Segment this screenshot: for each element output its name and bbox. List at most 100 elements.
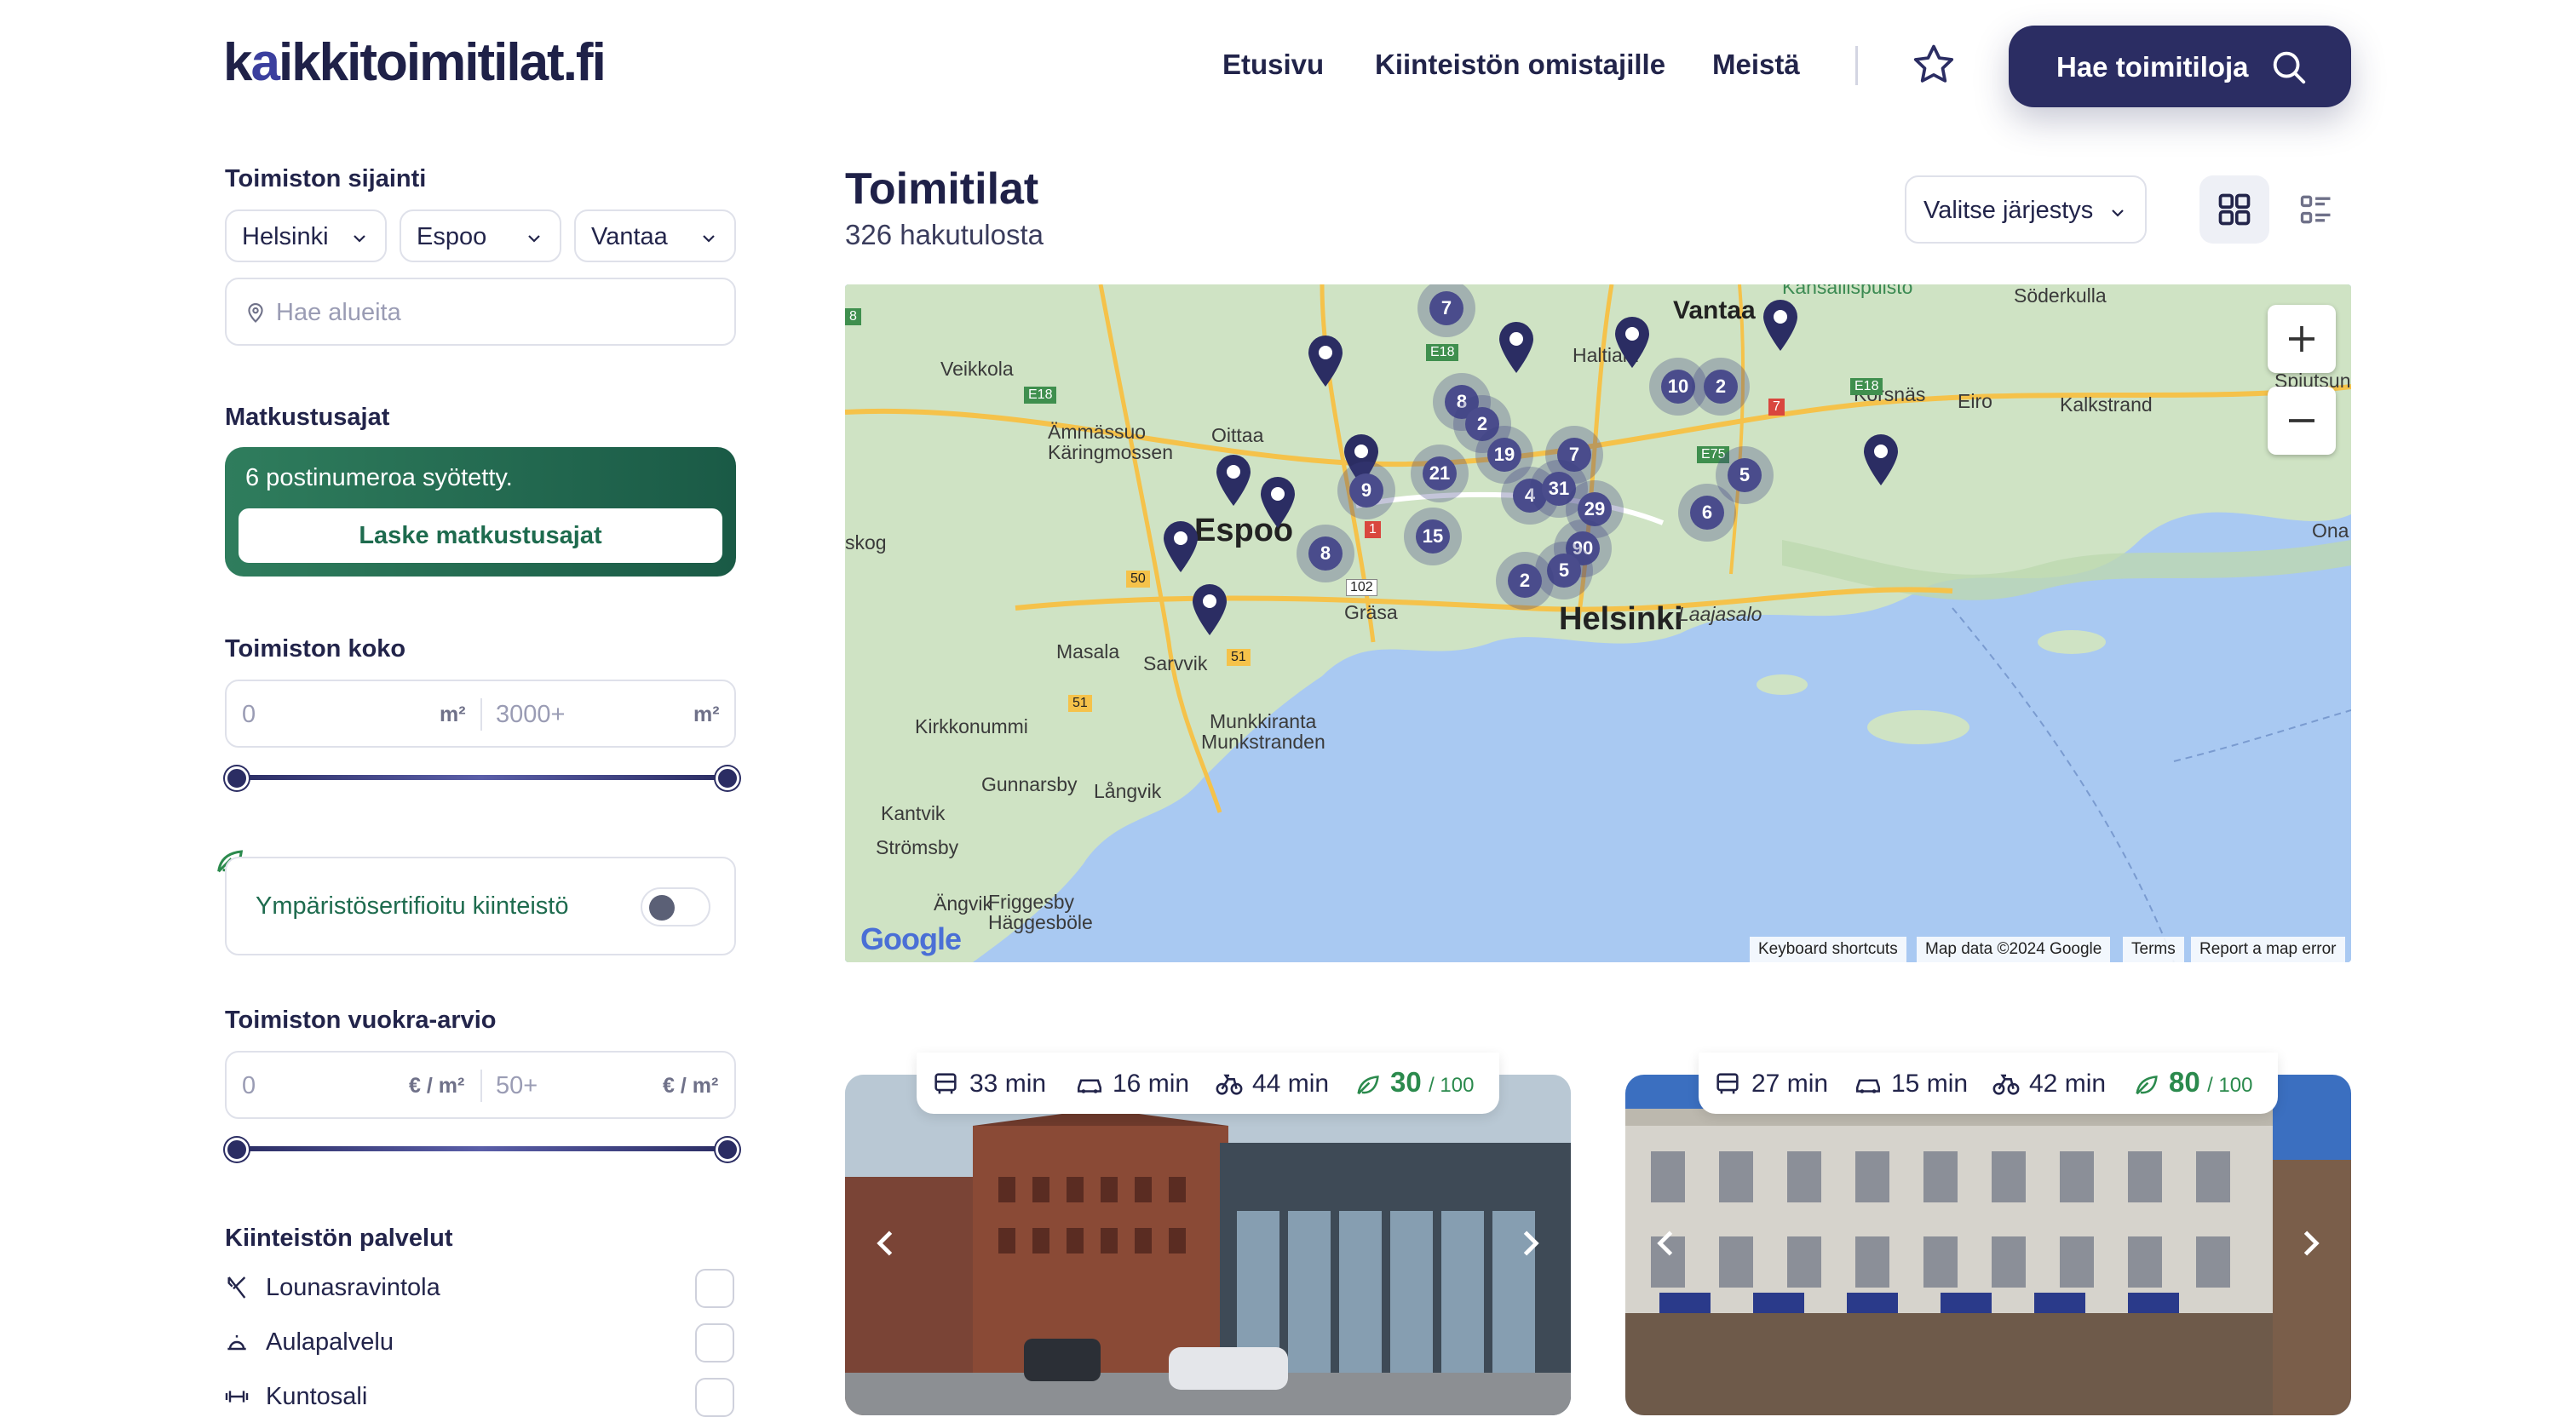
bus-icon	[1716, 1073, 1739, 1094]
rent-min-input[interactable]: 0	[242, 1071, 256, 1100]
road-label: 50	[1126, 571, 1150, 588]
reception-bell-icon	[227, 1335, 246, 1351]
nav-kiinteiston-omistajille[interactable]: Kiinteistön omistajille	[1375, 48, 1665, 82]
map-cluster[interactable]: 8	[1297, 525, 1354, 582]
size-max-unit: m²	[693, 703, 720, 726]
commute-label: Matkustusajat	[225, 404, 390, 431]
map-marker-pin-icon[interactable]	[1860, 433, 1901, 487]
map-label: Kalkstrand	[2060, 393, 2153, 416]
size-slider-track[interactable]	[235, 775, 726, 780]
rent-slider-min-handle[interactable]	[225, 1138, 249, 1162]
results-map[interactable]: Veikkola Ämmässuo Käringmossen Oittaa Es…	[845, 284, 2351, 962]
next-image-arrow-icon[interactable]	[2291, 1225, 2329, 1262]
nav-meista[interactable]: Meistä	[1712, 48, 1800, 82]
favorites-star-icon[interactable]	[1910, 41, 1958, 89]
map-marker-pin-icon[interactable]	[1257, 475, 1298, 530]
keyboard-shortcuts-link[interactable]: Keyboard shortcuts	[1750, 937, 1906, 962]
nav-etusivu[interactable]: Etusivu	[1222, 48, 1324, 82]
map-cluster[interactable]: 2	[1692, 358, 1750, 416]
map-cluster[interactable]: 21	[1411, 445, 1469, 502]
map-cluster[interactable]: 15	[1404, 508, 1462, 565]
area-search-placeholder: Hae alueita	[276, 299, 401, 326]
size-slider-min-handle[interactable]	[225, 766, 249, 790]
area-search-input[interactable]: Hae alueita	[225, 278, 736, 346]
sort-select[interactable]: Valitse järjestys	[1905, 175, 2147, 244]
map-cluster[interactable]: 9	[1337, 462, 1395, 519]
listing-photo	[1625, 1075, 2351, 1415]
map-marker-pin-icon[interactable]	[1160, 519, 1201, 574]
previous-image-arrow-icon[interactable]	[1647, 1225, 1685, 1262]
grid-view-button[interactable]	[2199, 175, 2269, 244]
site-logo[interactable]: kaikkitoimitilat.fi	[223, 31, 607, 95]
city-select-vantaa[interactable]: Vantaa	[574, 209, 736, 262]
listing-card[interactable]	[1625, 1075, 2351, 1415]
car-time: 15 min	[1891, 1070, 1969, 1098]
size-max-input[interactable]: 3000+	[496, 700, 565, 729]
service-lounasravintola-checkbox[interactable]	[695, 1269, 734, 1308]
map-label: Söderkulla	[2014, 284, 2107, 307]
road-label: 102	[1346, 579, 1377, 596]
map-cluster[interactable]: 6	[1678, 484, 1736, 542]
map-label: Sarvvik	[1143, 652, 1208, 674]
transit-time: 33 min	[969, 1070, 1047, 1098]
location-pin-icon	[248, 303, 263, 323]
bike-time: 42 min	[2029, 1070, 2107, 1098]
map-label: Eiro	[1958, 390, 1992, 412]
range-divider	[480, 698, 482, 731]
map-label: Friggesby	[988, 891, 1074, 913]
rent-slider-track[interactable]	[235, 1146, 726, 1151]
rent-slider-max-handle[interactable]	[716, 1138, 739, 1162]
city-select-value: Espoo	[417, 223, 487, 250]
city-select-espoo[interactable]: Espoo	[400, 209, 561, 262]
previous-image-arrow-icon[interactable]	[867, 1225, 905, 1262]
map-zoom-out-button[interactable]	[2268, 387, 2336, 455]
map-label: Kirkkonummi	[915, 715, 1028, 737]
map-label: Vantaa	[1673, 296, 1756, 324]
calculate-commute-button[interactable]: Laske matkustusajat	[239, 508, 722, 563]
eco-certified-filter: Ympäristösertifioitu kiinteistö	[225, 857, 736, 955]
logo-text-accent: a	[250, 33, 280, 92]
size-min-input[interactable]: 0	[242, 700, 256, 729]
search-spaces-button[interactable]: Hae toimitiloja	[2009, 26, 2351, 107]
terms-link[interactable]: Terms	[2123, 937, 2184, 962]
range-divider	[480, 1070, 482, 1102]
sort-select-value: Valitse järjestys	[1923, 197, 2094, 224]
map-label: Laajasalo	[1678, 603, 1762, 625]
bicycle-icon	[1216, 1074, 1243, 1095]
size-slider-max-handle[interactable]	[716, 766, 739, 790]
map-label: skog	[845, 531, 887, 554]
service-aulapalvelu-checkbox[interactable]	[695, 1323, 734, 1362]
map-label: Kansallispuisto	[1782, 284, 1913, 298]
road-label: 1	[1365, 521, 1381, 538]
eco-leaf-icon	[2136, 1076, 2158, 1095]
map-data-attribution: Map data ©2024 Google	[1917, 937, 2111, 962]
map-marker-pin-icon[interactable]	[1496, 320, 1537, 375]
eco-score-max: / 100	[1429, 1074, 1475, 1097]
eco-certified-toggle[interactable]	[641, 887, 710, 926]
car-time: 16 min	[1113, 1070, 1190, 1098]
size-min-unit: m²	[440, 703, 466, 726]
rent-max-input[interactable]: 50+	[496, 1071, 538, 1100]
search-icon	[2273, 51, 2306, 84]
listing-card[interactable]	[845, 1075, 1571, 1415]
road-label: 8	[845, 308, 861, 325]
service-kuntosali-checkbox[interactable]	[695, 1378, 734, 1417]
rent-range-inputs: 0 € / m² 50+ € / m²	[225, 1051, 736, 1119]
map-marker-pin-icon[interactable]	[1612, 315, 1653, 370]
map-marker-pin-icon[interactable]	[1760, 298, 1801, 353]
map-cluster[interactable]: 2	[1496, 552, 1554, 610]
report-map-error-link[interactable]: Report a map error	[2191, 937, 2345, 962]
city-select-helsinki[interactable]: Helsinki	[225, 209, 387, 262]
list-view-button[interactable]	[2281, 175, 2351, 244]
map-marker-pin-icon[interactable]	[1305, 334, 1346, 388]
next-image-arrow-icon[interactable]	[1511, 1225, 1549, 1262]
result-count: 326 hakutulosta	[845, 219, 1044, 250]
map-label: Ämmässuo	[1048, 421, 1147, 443]
map-marker-pin-icon[interactable]	[1189, 582, 1230, 637]
service-aulapalvelu-label: Aulapalvelu	[266, 1328, 394, 1356]
map-label: Helsinki	[1559, 601, 1683, 637]
map-marker-pin-icon[interactable]	[1213, 453, 1254, 508]
map-zoom-in-button[interactable]	[2268, 305, 2336, 373]
service-kuntosali-label: Kuntosali	[266, 1383, 368, 1410]
map-label: Kantvik	[881, 802, 946, 824]
